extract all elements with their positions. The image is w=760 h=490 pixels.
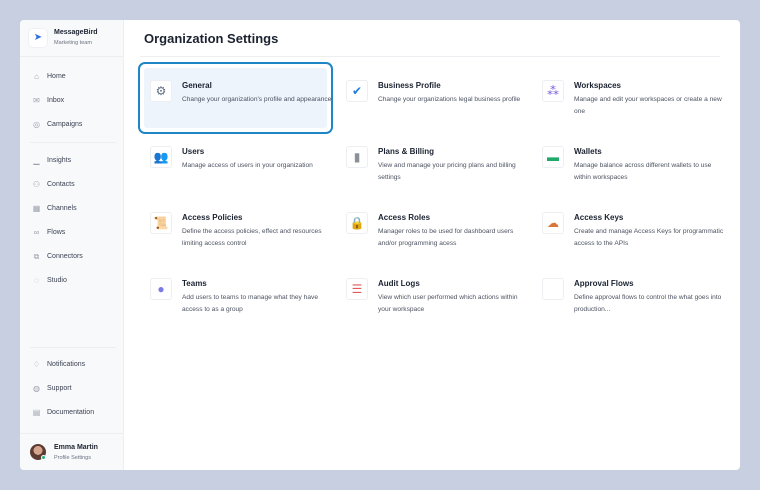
card-description: Define approval flows to control the wha… xyxy=(574,294,722,313)
sidebar-item-label: Flows xyxy=(47,229,66,236)
card-description: Change your organizations legal business… xyxy=(378,96,521,103)
sidebar-item-documentation[interactable]: ▤ Documentation xyxy=(32,408,94,417)
teams-icon: ● xyxy=(150,278,172,300)
approval-flows-icon xyxy=(542,278,564,300)
sidebar-item-label: Inbox xyxy=(47,97,65,104)
contacts-icon: ⚇ xyxy=(32,180,41,189)
card-title: General xyxy=(182,81,212,90)
card-description: Change your organization's profile and a… xyxy=(182,96,332,103)
sidebar-item-campaigns[interactable]: ◎ Campaigns xyxy=(32,120,82,129)
settings-card-approval-flows[interactable]: Approval Flows Define approval flows to c… xyxy=(530,260,725,332)
home-icon: ⌂ xyxy=(34,72,39,81)
user-name: Emma Martin xyxy=(54,444,98,451)
insights-icon: ▁ xyxy=(33,156,40,165)
settings-card-access-keys[interactable]: ☁ Access Keys Create and manage Access Key… xyxy=(530,194,725,266)
sidebar-item-insights[interactable]: ▁ Insights xyxy=(32,156,71,165)
sidebar-item-connectors[interactable]: ⧉ Connectors xyxy=(32,252,83,261)
card-description: View and manage your pricing plans and b… xyxy=(378,162,516,181)
sidebar-item-home[interactable]: ⌂ Home xyxy=(32,72,66,81)
divider xyxy=(30,347,116,348)
sidebar-item-flows[interactable]: ∞ Flows xyxy=(32,228,66,237)
documentation-icon: ▤ xyxy=(32,408,41,417)
card-title: Audit Logs xyxy=(378,279,420,288)
sidebar-item-label: Campaigns xyxy=(47,121,83,128)
sidebar-item-label: Connectors xyxy=(47,253,83,260)
sidebar-item-label: Insights xyxy=(47,157,72,164)
users-icon: 👥 xyxy=(150,146,172,168)
team-name: Marketing team xyxy=(54,40,92,46)
card-description: Manage and edit your workspaces or creat… xyxy=(574,96,722,115)
sidebar-item-inbox[interactable]: ✉ Inbox xyxy=(32,96,64,105)
card-title: Access Policies xyxy=(182,213,243,222)
card-title: Users xyxy=(182,147,205,156)
billing-icon: ▮ xyxy=(346,146,368,168)
settings-card-users[interactable]: 👥 Users Manage access of users in your org… xyxy=(138,128,333,200)
card-title: Wallets xyxy=(574,147,602,156)
card-description: Manager roles to be used for dashboard u… xyxy=(378,228,514,247)
campaigns-icon: ◎ xyxy=(33,120,40,129)
messagebird-logo-icon: ➤ xyxy=(29,29,47,47)
profile-settings-link: Profile Settings xyxy=(54,455,91,461)
policy-scroll-icon: 📜 xyxy=(150,212,172,234)
settings-card-access-roles[interactable]: 🔒 Access Roles Manager roles to be used fo… xyxy=(334,194,529,266)
connectors-icon: ⧉ xyxy=(33,252,40,261)
app-window: ➤ MessageBird Marketing team ⌂ Home ✉ Inbox… xyxy=(20,20,740,470)
card-title: Access Roles xyxy=(378,213,431,222)
card-description: Create and manage Access Keys for progra… xyxy=(574,228,724,247)
sidebar-item-notifications[interactable]: ♢ Notifications xyxy=(32,360,85,369)
sidebar-item-contacts[interactable]: ⚇ Contacts xyxy=(32,180,75,189)
sidebar-item-label: Notifications xyxy=(47,361,86,368)
settings-card-general[interactable]: ⚙ General Change your organization's profi… xyxy=(138,62,333,134)
settings-card-business-profile[interactable]: ✔ Business Profile Change your organizatio… xyxy=(334,62,529,134)
card-description: Define the access policies, effect and r… xyxy=(182,228,322,247)
card-title: Workspaces xyxy=(574,81,621,90)
brand-name: MessageBird xyxy=(54,29,98,36)
bell-icon: ♢ xyxy=(32,360,41,369)
settings-card-teams[interactable]: ● Teams Add users to teams to manage what … xyxy=(138,260,333,332)
card-title: Business Profile xyxy=(378,81,441,90)
page-title: Organization Settings xyxy=(144,31,279,46)
gear-icon: ⚙ xyxy=(150,80,172,102)
sidebar-item-label: Studio xyxy=(47,277,67,284)
card-description: View which user performed which actions … xyxy=(378,294,518,313)
sidebar: ➤ MessageBird Marketing team ⌂ Home ✉ Inbox… xyxy=(20,20,124,470)
support-icon: ◍ xyxy=(33,384,40,393)
sidebar-item-label: Channels xyxy=(47,205,77,212)
settings-card-access-policies[interactable]: 📜 Access Policies Define the access polici… xyxy=(138,194,333,266)
wallet-icon: ▬ xyxy=(542,146,564,168)
settings-card-plans-billing[interactable]: ▮ Plans & Billing View and manage your pri… xyxy=(334,128,529,200)
card-title: Approval Flows xyxy=(574,279,634,288)
sidebar-item-label: Support xyxy=(47,385,72,392)
sidebar-item-channels[interactable]: ▦ Channels xyxy=(32,204,77,213)
card-title: Teams xyxy=(182,279,207,288)
flows-icon: ∞ xyxy=(33,228,40,237)
settings-card-workspaces[interactable]: ⁂ Workspaces Manage and edit your workspac… xyxy=(530,62,725,134)
card-title: Access Keys xyxy=(574,213,624,222)
sidebar-item-label: Documentation xyxy=(47,409,95,416)
profile-settings[interactable]: Emma Martin Profile Settings xyxy=(20,433,124,470)
lock-icon: 🔒 xyxy=(346,212,368,234)
workspace-switcher[interactable]: ➤ MessageBird Marketing team xyxy=(20,20,124,57)
cloud-key-icon: ☁ xyxy=(542,212,564,234)
channels-icon: ▦ xyxy=(32,204,41,213)
sidebar-item-support[interactable]: ◍ Support xyxy=(32,384,72,393)
sidebar-item-studio[interactable]: ◌ Studio xyxy=(32,276,67,285)
settings-card-wallets[interactable]: ▬ Wallets Manage balance across different … xyxy=(530,128,725,200)
card-description: Manage access of users in your organizat… xyxy=(182,162,313,169)
audit-list-icon: ☰ xyxy=(346,278,368,300)
online-status-icon xyxy=(41,455,46,460)
studio-icon: ◌ xyxy=(34,276,39,285)
workspaces-icon: ⁂ xyxy=(542,80,564,102)
verified-badge-icon: ✔ xyxy=(346,80,368,102)
settings-card-audit-logs[interactable]: ☰ Audit Logs View which user performed whi… xyxy=(334,260,529,332)
card-description: Manage balance across different wallets … xyxy=(574,162,712,181)
card-title: Plans & Billing xyxy=(378,147,435,156)
divider xyxy=(30,142,116,143)
sidebar-item-label: Contacts xyxy=(47,181,75,188)
sidebar-item-label: Home xyxy=(47,73,66,80)
divider xyxy=(140,56,720,57)
card-description: Add users to teams to manage what they h… xyxy=(182,294,318,313)
inbox-icon: ✉ xyxy=(33,96,40,105)
